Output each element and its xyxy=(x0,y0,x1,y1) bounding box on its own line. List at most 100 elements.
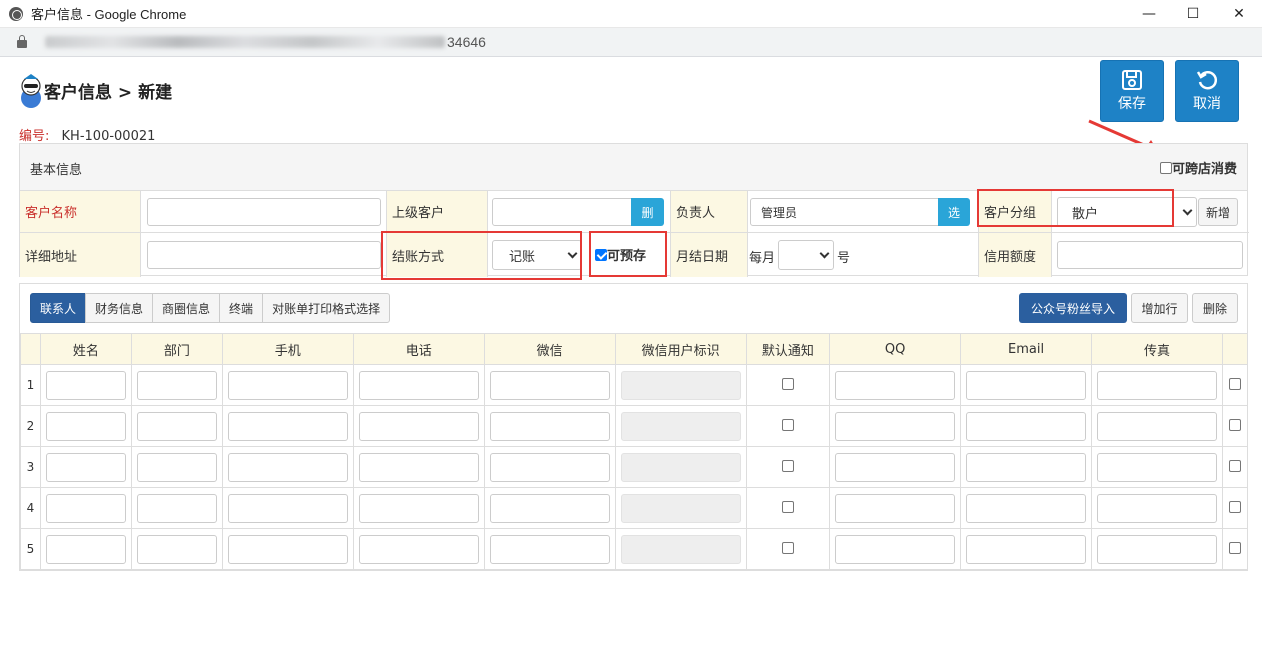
tab-contacts[interactable]: 联系人 xyxy=(30,293,87,323)
cell-notify xyxy=(745,487,831,529)
qq-input[interactable] xyxy=(835,411,956,441)
monthly-date-label: 月结日期 xyxy=(670,233,748,277)
dept-input[interactable] xyxy=(136,411,217,441)
cell-phone xyxy=(352,446,485,488)
row-select-checkbox[interactable] xyxy=(1228,418,1241,431)
add-row-button[interactable]: 增加行 xyxy=(1131,293,1188,323)
credit-limit-input[interactable] xyxy=(1057,241,1243,269)
qq-input[interactable] xyxy=(835,493,956,523)
cell-notify xyxy=(745,364,831,406)
qq-input[interactable] xyxy=(835,534,956,564)
row-select-checkbox[interactable] xyxy=(1228,377,1241,390)
col-wechat-header: 微信 xyxy=(483,333,616,365)
email-input[interactable] xyxy=(966,370,1087,400)
email-input[interactable] xyxy=(966,452,1087,482)
qq-input[interactable] xyxy=(835,452,956,482)
cell-mobile xyxy=(221,364,354,406)
dept-input[interactable] xyxy=(136,493,217,523)
default-notify-checkbox[interactable] xyxy=(781,377,794,390)
tab-statement-format[interactable]: 对账单打印格式选择 xyxy=(262,293,391,323)
save-button[interactable]: 保存 xyxy=(1100,60,1164,122)
manager-input[interactable]: 管理员 xyxy=(750,198,940,226)
name-input[interactable] xyxy=(45,370,126,400)
name-input[interactable] xyxy=(45,534,126,564)
cell-email xyxy=(960,364,1093,406)
cell-wechat xyxy=(483,487,616,529)
fax-input[interactable] xyxy=(1097,411,1218,441)
address-input[interactable] xyxy=(147,241,381,269)
cell-notify xyxy=(745,528,831,570)
fax-input[interactable] xyxy=(1097,452,1218,482)
tab-terminal[interactable]: 终端 xyxy=(219,293,264,323)
default-notify-checkbox[interactable] xyxy=(781,541,794,554)
fax-input[interactable] xyxy=(1097,493,1218,523)
cell-email xyxy=(960,405,1093,447)
mobile-input[interactable] xyxy=(227,452,348,482)
email-input[interactable] xyxy=(966,493,1087,523)
default-notify-checkbox[interactable] xyxy=(781,459,794,472)
wechat-input[interactable] xyxy=(489,452,610,482)
tab-finance[interactable]: 财务信息 xyxy=(85,293,154,323)
fax-input[interactable] xyxy=(1097,370,1218,400)
cross-store-checkbox[interactable] xyxy=(1159,161,1172,174)
mobile-input[interactable] xyxy=(227,370,348,400)
email-input[interactable] xyxy=(966,411,1087,441)
row-select-checkbox[interactable] xyxy=(1228,500,1241,513)
address-bar[interactable]: 34646 xyxy=(0,28,1262,57)
mobile-input[interactable] xyxy=(227,534,348,564)
tab-business-area[interactable]: 商圈信息 xyxy=(152,293,221,323)
maximize-button[interactable]: ☐ xyxy=(1170,0,1216,28)
basic-info-title: 基本信息 xyxy=(30,163,83,178)
cell-qq xyxy=(829,446,962,488)
phone-input[interactable] xyxy=(358,493,479,523)
manager-select-button[interactable]: 选 xyxy=(938,198,970,226)
dept-input[interactable] xyxy=(136,370,217,400)
row-select-checkbox[interactable] xyxy=(1228,541,1241,554)
customer-name-label: 客户名称 xyxy=(19,191,141,232)
phone-input[interactable] xyxy=(358,370,479,400)
add-group-button[interactable]: 新增 xyxy=(1198,198,1238,226)
mobile-input[interactable] xyxy=(227,411,348,441)
close-button[interactable]: ✕ xyxy=(1216,0,1262,28)
tab-bar: 联系人 财务信息 商圈信息 终端 对账单打印格式选择 xyxy=(30,293,391,323)
email-input[interactable] xyxy=(966,534,1087,564)
cell-fax xyxy=(1091,405,1223,447)
wechat-input[interactable] xyxy=(489,534,610,564)
qq-input[interactable] xyxy=(835,370,956,400)
monthly-day-select[interactable] xyxy=(778,240,834,270)
import-fans-button[interactable]: 公众号粉丝导入 xyxy=(1019,293,1127,323)
row-select-checkbox[interactable] xyxy=(1228,459,1241,472)
name-input[interactable] xyxy=(45,411,126,441)
cell-fax xyxy=(1091,487,1223,529)
cell-name xyxy=(39,405,132,447)
doc-number-label: 编号: xyxy=(19,129,50,144)
phone-input[interactable] xyxy=(358,452,479,482)
name-input[interactable] xyxy=(45,493,126,523)
cell-qq xyxy=(829,487,962,529)
wechat-input[interactable] xyxy=(489,493,610,523)
cell-dept xyxy=(130,487,223,529)
delete-button[interactable]: 删除 xyxy=(1192,293,1238,323)
phone-input[interactable] xyxy=(358,411,479,441)
parent-clear-button[interactable]: 删 xyxy=(631,198,664,226)
page-title: 客户信息 > 新建 xyxy=(44,83,173,103)
fax-input[interactable] xyxy=(1097,534,1218,564)
customer-name-input[interactable] xyxy=(147,198,381,226)
minimize-button[interactable]: — xyxy=(1126,0,1172,28)
cross-store-toggle[interactable]: 可跨店消费 xyxy=(1159,158,1237,177)
default-notify-checkbox[interactable] xyxy=(781,418,794,431)
row-number: 2 xyxy=(20,405,41,447)
mobile-input[interactable] xyxy=(227,493,348,523)
name-input[interactable] xyxy=(45,452,126,482)
dept-input[interactable] xyxy=(136,452,217,482)
dept-input[interactable] xyxy=(136,534,217,564)
cell-phone xyxy=(352,528,485,570)
monthly-suffix: 号 xyxy=(837,251,851,266)
parent-customer-input[interactable] xyxy=(492,198,632,226)
default-notify-checkbox[interactable] xyxy=(781,500,794,513)
cancel-button[interactable]: 取消 xyxy=(1175,60,1239,122)
cell-select xyxy=(1221,528,1249,570)
phone-input[interactable] xyxy=(358,534,479,564)
wechat-input[interactable] xyxy=(489,411,610,441)
wechat-input[interactable] xyxy=(489,370,610,400)
